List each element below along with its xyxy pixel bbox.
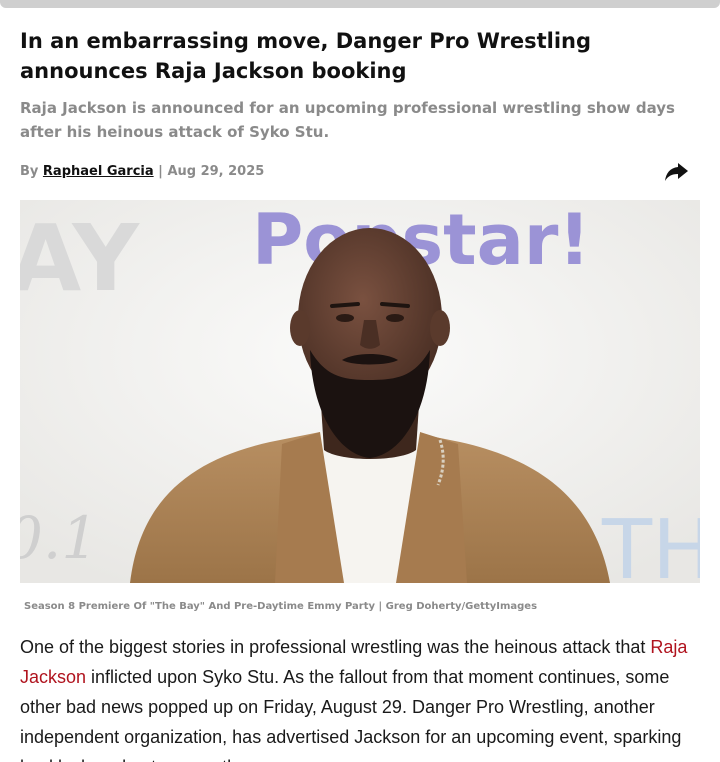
backdrop-text-bottom-left: 0.1 <box>20 504 98 572</box>
article-headline: In an embarrassing move, Danger Pro Wres… <box>20 29 592 83</box>
article-byline: By Raphael Garcia | Aug 29, 2025 <box>20 163 264 181</box>
byline-prefix: By <box>20 164 43 179</box>
hero-image: AY Popstar! 0.1 TH <box>20 200 700 583</box>
byline-separator: | <box>153 164 168 179</box>
author-link[interactable]: Raphael Garcia <box>43 164 154 179</box>
article-subheadline: Raja Jackson is announced for an upcomin… <box>20 99 675 141</box>
body-text-part2: inflicted upon Syko Stu. As the fallout … <box>20 667 682 762</box>
share-arrow-icon <box>665 163 688 181</box>
top-border-bar <box>0 0 720 8</box>
body-text-part1: One of the biggest stories in profession… <box>20 637 651 657</box>
backdrop-text-left: AY <box>20 205 140 312</box>
backdrop-text-bottom-right: TH <box>601 503 700 583</box>
share-button[interactable] <box>662 160 690 184</box>
publish-date: Aug 29, 2025 <box>167 164 265 179</box>
image-caption: Season 8 Premiere Of "The Bay" And Pre-D… <box>24 601 538 612</box>
article-body-paragraph: One of the biggest stories in profession… <box>20 632 700 762</box>
